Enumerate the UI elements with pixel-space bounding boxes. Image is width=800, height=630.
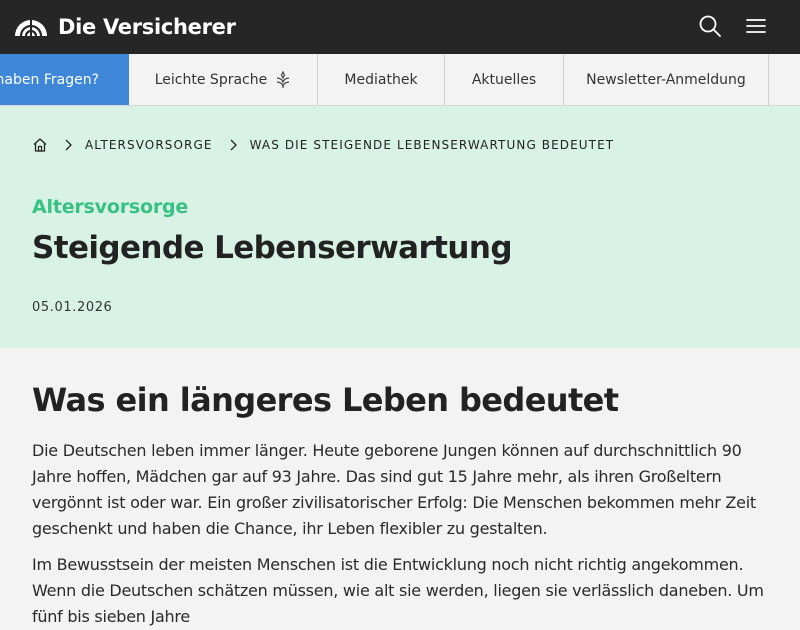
secondary-nav: Sie haben Fragen? Leichte Sprache Mediat… <box>0 54 800 106</box>
search-icon[interactable] <box>698 14 722 38</box>
nav-item-label: Mediathek <box>344 71 418 88</box>
nav-item-label: Aktuelles <box>471 71 537 88</box>
brand-name: Die Versicherer <box>58 15 236 39</box>
breadcrumb-item-current: Was die steigende Lebenserwartung bedeut… <box>249 138 615 152</box>
article-hero: Altersvorsorge Was die steigende Lebense… <box>0 106 800 348</box>
home-icon[interactable] <box>32 137 48 153</box>
section-heading: Was ein längeres Leben bedeutet <box>32 381 619 419</box>
publish-date: 05.01.2026 <box>32 300 113 315</box>
menu-icon[interactable] <box>744 14 768 38</box>
breadcrumb-item-altersvorsorge[interactable]: Altersvorsorge <box>85 138 213 152</box>
article-paragraph: Im Bewusstsein der meisten Menschen ist … <box>32 555 764 626</box>
top-bar: Die Versicherer <box>0 0 800 54</box>
easy-language-icon <box>275 70 291 89</box>
nav-item-label: Leichte Sprache <box>154 71 268 88</box>
breadcrumb: Altersvorsorge Was die steigende Lebense… <box>32 137 614 153</box>
nav-item-label: Newsletter-Anmeldung <box>586 71 746 88</box>
nav-item-easy-language[interactable]: Leichte Sprache <box>129 54 318 105</box>
article-body: Was ein längeres Leben bedeutet Die Deut… <box>32 348 772 630</box>
chevron-right-icon <box>64 139 72 151</box>
logo[interactable]: Die Versicherer <box>14 15 236 39</box>
nav-item-newsletter[interactable]: Newsletter-Anmeldung <box>564 54 769 105</box>
nav-item-label: Sie haben Fragen? <box>0 71 99 88</box>
nav-item-aktuelles[interactable]: Aktuelles <box>445 54 564 105</box>
article-paragraph: Die Deutschen leben immer länger. Heute … <box>32 441 756 538</box>
page-title: Steigende Lebenserwartung <box>32 230 513 266</box>
nav-item-mediathek[interactable]: Mediathek <box>318 54 445 105</box>
chevron-right-icon <box>229 139 237 151</box>
nav-item-questions[interactable]: Sie haben Fragen? <box>0 54 129 105</box>
logo-icon <box>15 20 47 37</box>
article-category[interactable]: Altersvorsorge <box>32 196 188 218</box>
